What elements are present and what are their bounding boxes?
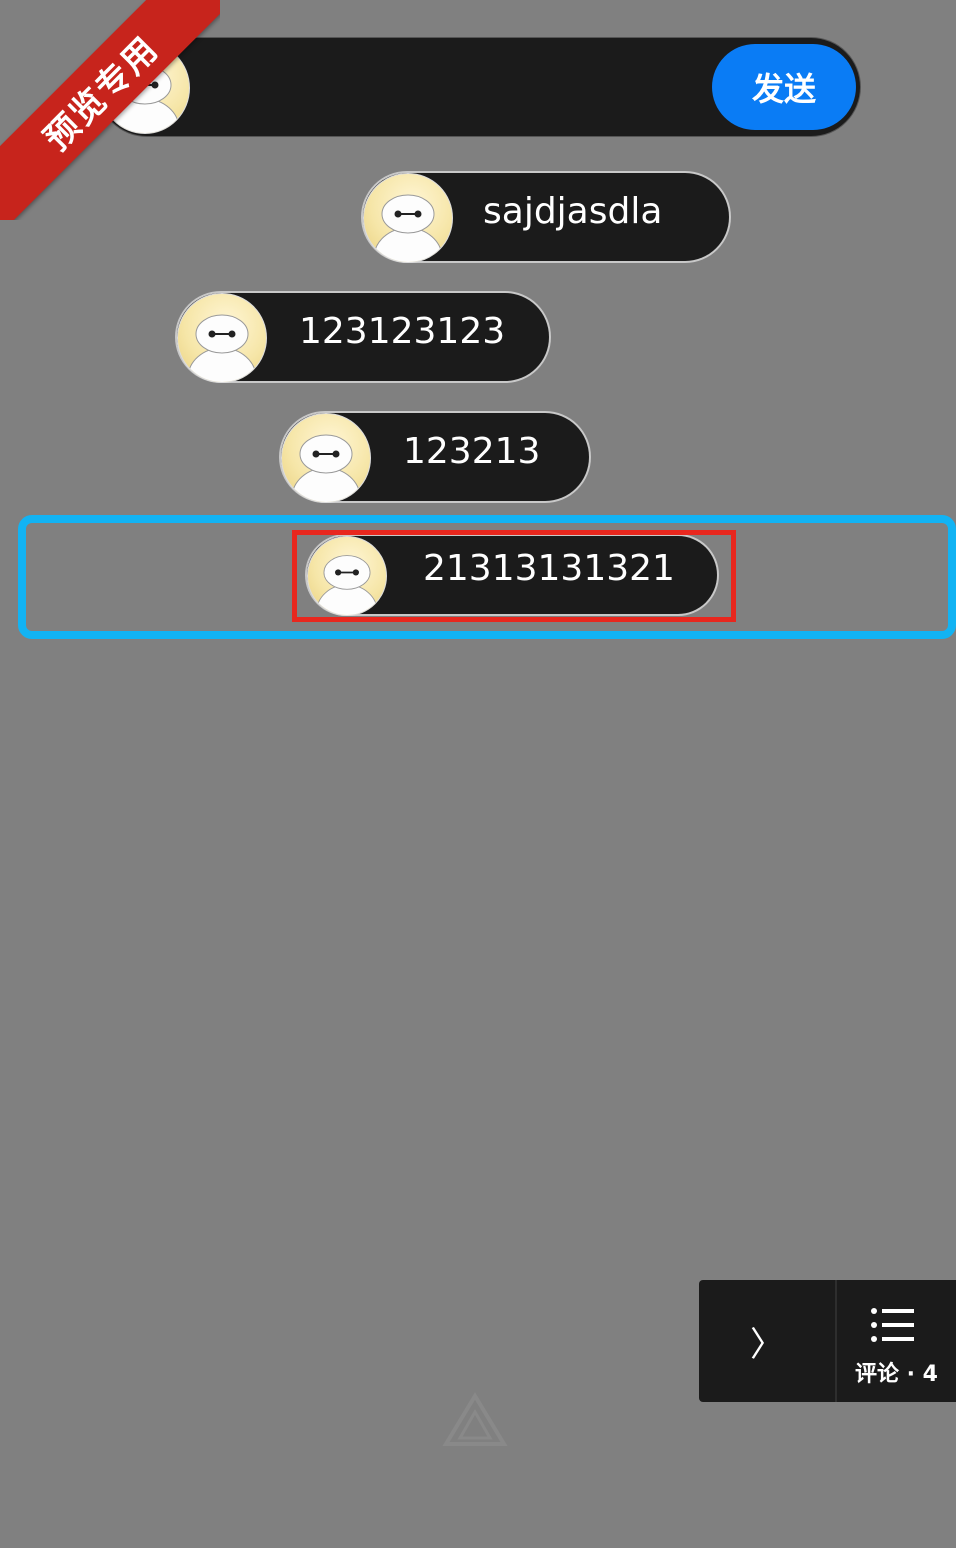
commenter-avatar	[363, 173, 453, 263]
app-logo-icon	[442, 1392, 508, 1446]
comment-text: 123213	[403, 431, 541, 472]
comment-text: sajdjasdla	[483, 191, 663, 232]
list-icon	[871, 1308, 914, 1342]
preview-ribbon: 预览专用	[0, 0, 220, 220]
commenter-avatar	[281, 413, 371, 503]
comment-controls: 〉 评论 · 4	[699, 1280, 956, 1402]
comment-bubble[interactable]: 123123123	[177, 293, 549, 383]
comment-text: 123123123	[299, 311, 506, 352]
comments-list-button[interactable]: 评论 · 4	[837, 1280, 956, 1402]
chevron-right-icon: 〉	[750, 1324, 784, 1365]
comment-bubble[interactable]: 123213	[281, 413, 589, 503]
selection-highlight-inner	[292, 530, 736, 622]
preview-ribbon-text: 预览专用	[0, 0, 220, 220]
send-button[interactable]: 发送	[712, 44, 856, 130]
commenter-avatar	[177, 293, 267, 383]
comment-input[interactable]	[198, 60, 702, 116]
comment-bubble[interactable]: sajdjasdla	[363, 173, 729, 263]
comments-count-label: 评论 · 4	[855, 1362, 938, 1387]
next-button[interactable]: 〉	[699, 1280, 835, 1402]
